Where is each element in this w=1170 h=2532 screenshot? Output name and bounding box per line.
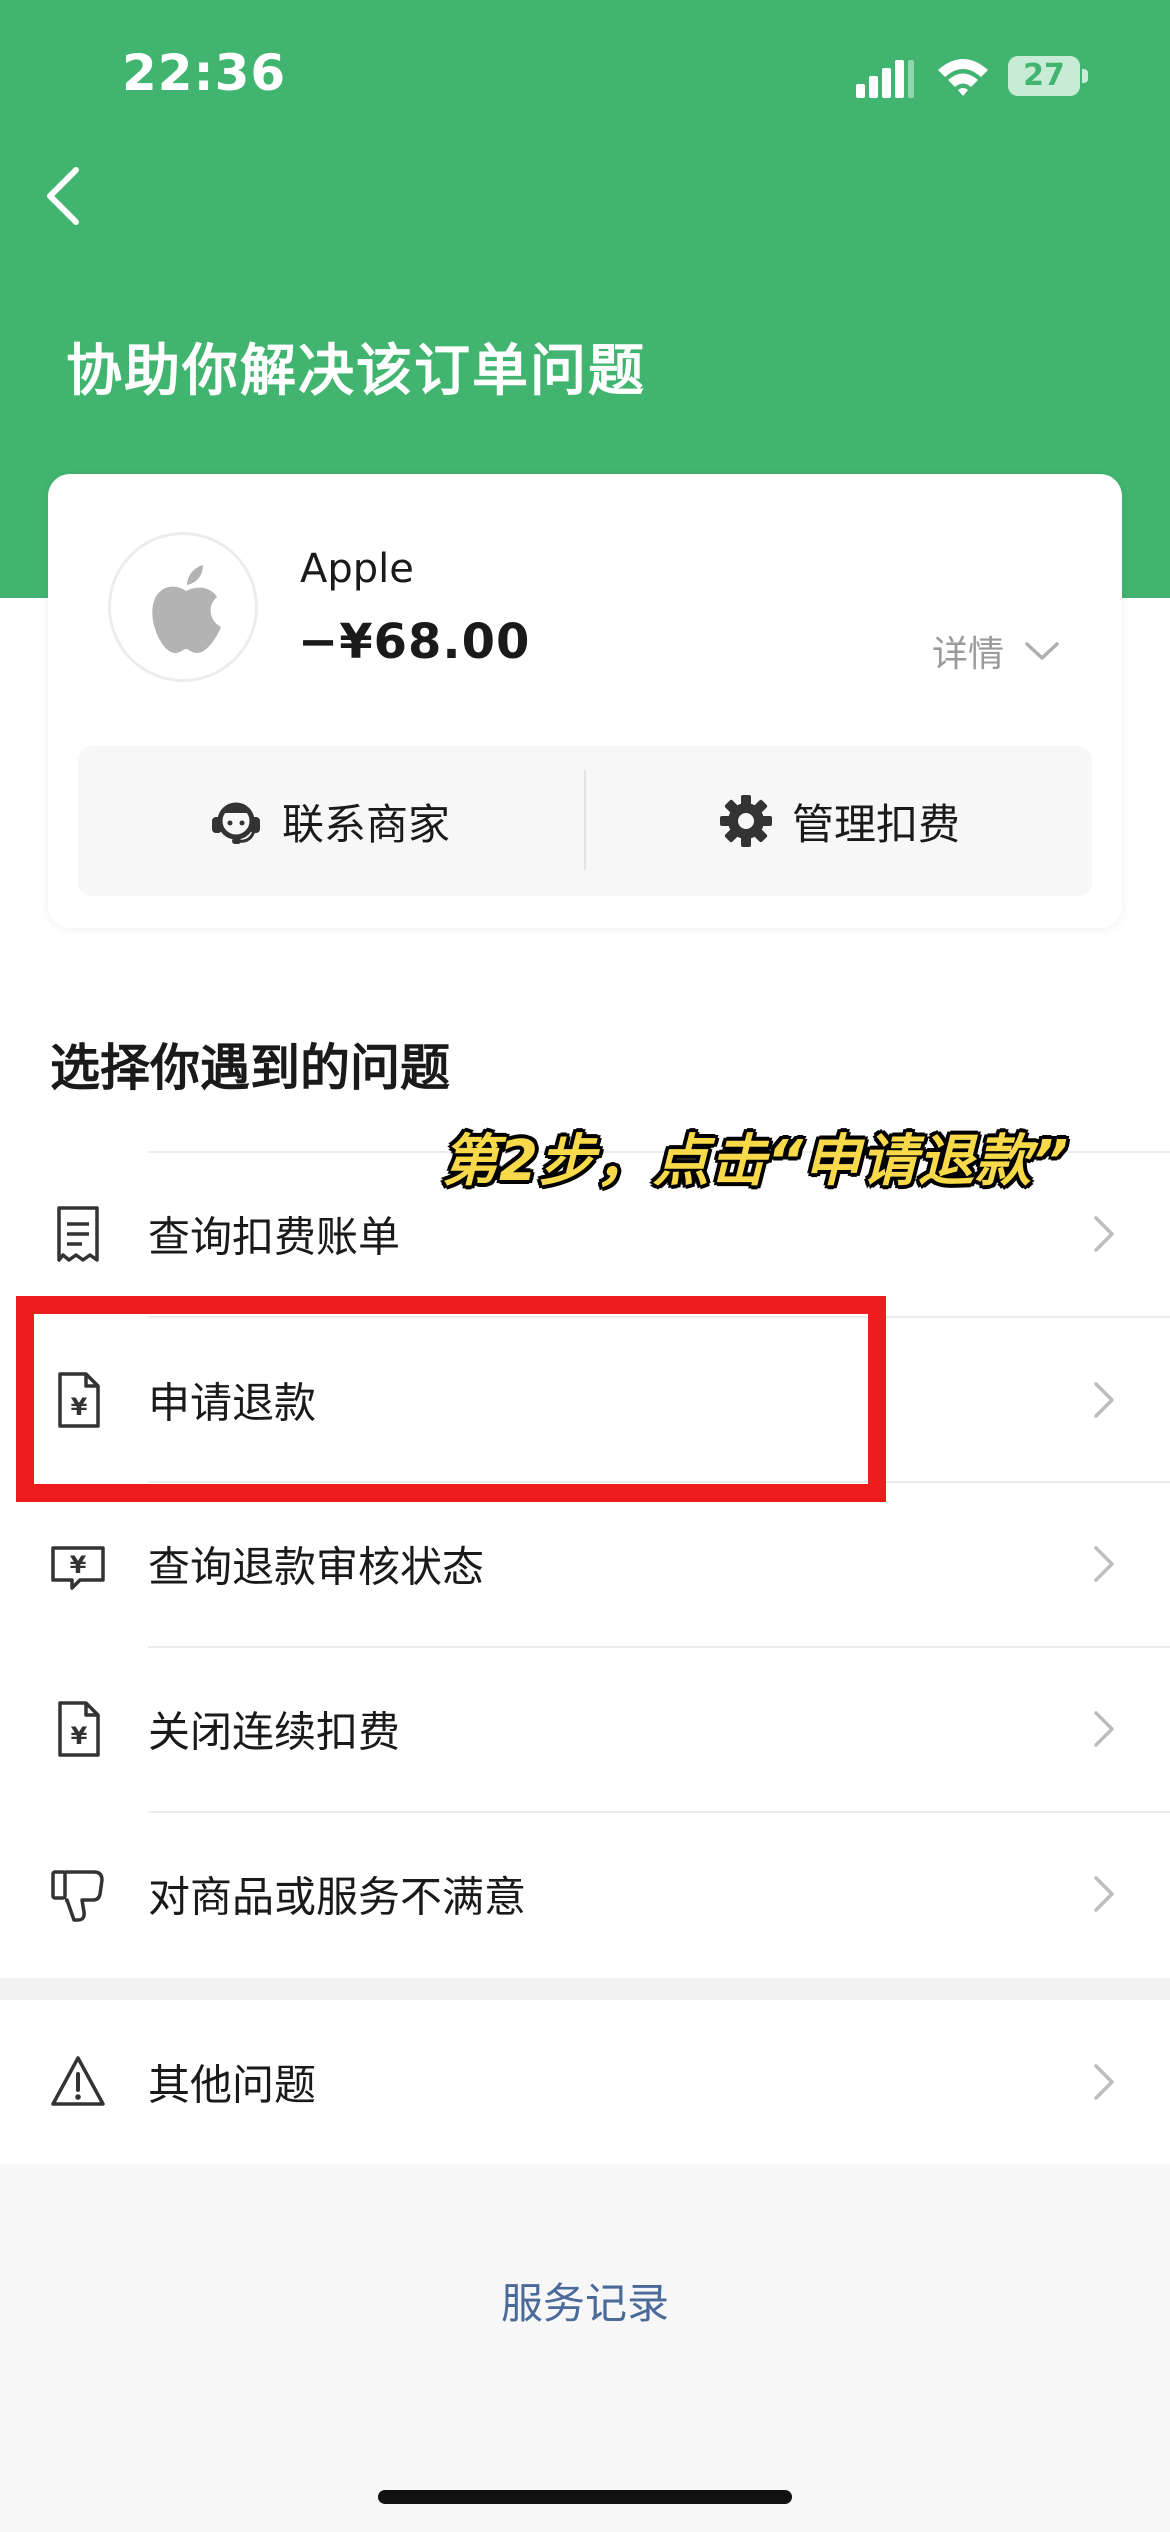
service-record-link[interactable]: 服务记录 — [0, 2270, 1170, 2331]
manage-deduction-label: 管理扣费 — [792, 799, 961, 849]
back-chevron-icon[interactable] — [36, 160, 96, 232]
menu-item-label: 关闭连续扣费 — [148, 1707, 401, 1757]
cellular-signal-icon — [856, 60, 914, 98]
contact-merchant-button[interactable]: 联系商家 — [208, 746, 450, 896]
refund-highlight-box — [16, 1296, 886, 1502]
chevron-right-icon — [1094, 1546, 1114, 1582]
menu-item-dissatisfied[interactable]: 对商品或服务不满意 — [0, 1812, 1170, 1976]
home-indicator — [378, 2490, 792, 2504]
menu-item-label: 对商品或服务不满意 — [148, 1872, 527, 1922]
menu-item-label: 其他问题 — [148, 2060, 317, 2110]
battery-level: 27 — [1023, 58, 1065, 93]
page-title: 协助你解决该订单问题 — [66, 339, 646, 404]
tutorial-caption: 第2步，点击“申请退款” — [442, 1129, 1070, 1194]
yuan-ticket-icon: ¥ — [51, 1546, 105, 1590]
battery-indicator: 27 — [1008, 56, 1088, 96]
chevron-right-icon — [1094, 1876, 1114, 1912]
merchant-avatar — [108, 532, 258, 682]
chevron-right-icon — [1094, 2064, 1114, 2100]
chevron-right-icon — [1094, 1216, 1114, 1252]
yuan-document-icon: ¥ — [58, 1701, 100, 1757]
detail-label: 详情 — [932, 634, 1005, 675]
chevron-right-icon — [1094, 1382, 1114, 1418]
status-time: 22:36 — [122, 44, 287, 102]
order-amount: −¥68.00 — [298, 614, 531, 670]
svg-text:¥: ¥ — [71, 1722, 88, 1750]
detail-toggle[interactable]: 详情 — [932, 626, 1060, 676]
merchant-actions: 联系商家 管理扣费 — [78, 746, 1092, 896]
thumbs-down-icon — [51, 1870, 104, 1922]
customer-service-icon — [212, 802, 260, 844]
svg-text:¥: ¥ — [70, 1551, 87, 1579]
section-title: 选择你遇到的问题 — [50, 1039, 450, 1097]
apple-logo-icon — [152, 565, 221, 653]
section-gap — [0, 1978, 1170, 2000]
menu-item-other-problem[interactable]: 其他问题 — [0, 2000, 1170, 2164]
receipt-icon — [57, 1206, 99, 1262]
warning-icon — [51, 2056, 105, 2106]
menu-item-close-auto-pay[interactable]: ¥ 关闭连续扣费 — [0, 1647, 1170, 1811]
gear-icon — [720, 795, 772, 847]
order-card: Apple −¥68.00 详情 联系商家 管理扣费 — [48, 474, 1122, 928]
chevron-right-icon — [1094, 1711, 1114, 1747]
chevron-down-icon — [1025, 642, 1059, 660]
menu-item-label: 查询扣费账单 — [148, 1212, 401, 1262]
menu-item-refund-status[interactable]: ¥ 查询退款审核状态 — [0, 1482, 1170, 1646]
merchant-name: Apple — [300, 546, 414, 592]
contact-merchant-label: 联系商家 — [282, 799, 451, 849]
manage-deduction-button[interactable]: 管理扣费 — [718, 746, 960, 896]
menu-item-label: 查询退款审核状态 — [148, 1542, 485, 1592]
wifi-icon — [938, 59, 988, 96]
action-divider — [584, 770, 586, 870]
